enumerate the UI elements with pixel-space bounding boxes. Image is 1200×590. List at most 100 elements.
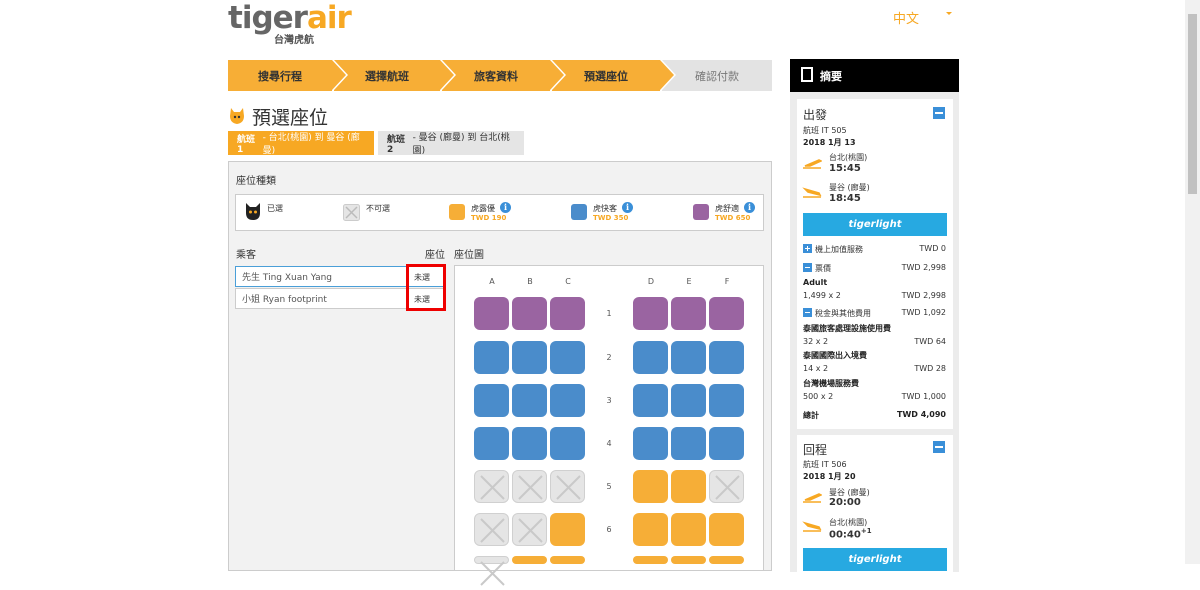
collapse-icon[interactable] bbox=[803, 308, 812, 317]
tab-flight-1[interactable]: 航班 1 - 台北(桃園) 到 曼谷 (廊曼) bbox=[228, 131, 374, 156]
seat-standard[interactable] bbox=[512, 556, 547, 564]
outbound-destination: 曼谷 (廊曼) bbox=[829, 183, 870, 192]
step-seat-selection: 預選座位 bbox=[552, 60, 676, 91]
tab-flight-route: - 台北(桃園) 到 曼谷 (廊曼) bbox=[262, 133, 360, 156]
tab-flight-label: 航班 2 bbox=[387, 134, 406, 155]
seat-row-label: 1 bbox=[606, 309, 612, 318]
total-label: 總計 bbox=[803, 411, 819, 420]
tax-item-2-label: 泰國國際出入境費 bbox=[803, 351, 867, 360]
takeoff-icon bbox=[803, 159, 822, 169]
legend-purple-name: 虎舒適 bbox=[715, 204, 739, 213]
seat-standard[interactable] bbox=[633, 470, 668, 503]
tax-item-2-amount: TWD 28 bbox=[914, 364, 946, 373]
language-selector[interactable]: 中文 bbox=[893, 8, 919, 27]
step-search[interactable]: 搜尋行程 bbox=[228, 60, 348, 91]
seat-standard[interactable] bbox=[550, 556, 585, 564]
seat-row-label: 3 bbox=[606, 396, 612, 405]
tax-amount: TWD 1,092 bbox=[901, 308, 946, 317]
seat-quick[interactable] bbox=[474, 341, 509, 374]
outbound-arrival-time: 18:45 bbox=[829, 193, 861, 204]
seat-standard[interactable] bbox=[671, 556, 706, 564]
tax-item-3-amount: TWD 1,000 bbox=[901, 392, 946, 401]
seat-comfort[interactable] bbox=[709, 297, 744, 330]
seat-quick[interactable] bbox=[709, 384, 744, 417]
seat-row-label: 6 bbox=[606, 525, 612, 534]
collapse-icon[interactable] bbox=[933, 441, 945, 453]
seat-quick[interactable] bbox=[709, 427, 744, 460]
seat-standard[interactable] bbox=[671, 513, 706, 546]
summary-title: 摘要 bbox=[820, 69, 842, 83]
step-label: 旅客資料 bbox=[474, 69, 518, 83]
tax-item-1-label: 泰國旅客處理設施使用費 bbox=[803, 324, 891, 333]
expand-icon[interactable] bbox=[803, 244, 812, 253]
info-icon[interactable]: i bbox=[622, 202, 633, 213]
seat-column-label: C bbox=[565, 277, 571, 286]
seat-quick[interactable] bbox=[512, 341, 547, 374]
unavailable-x-icon bbox=[518, 518, 543, 543]
chevron-down-icon[interactable] bbox=[946, 12, 952, 15]
tigerair-logo[interactable]: tigerair 台灣虎航 bbox=[228, 2, 352, 46]
seat-standard[interactable] bbox=[709, 556, 744, 564]
seat-standard[interactable] bbox=[671, 470, 706, 503]
tab-flight-2[interactable]: 航班 2 - 曼谷 (廊曼) 到 台北(桃園) bbox=[378, 131, 524, 156]
seat-quick[interactable] bbox=[671, 384, 706, 417]
seat-quick[interactable] bbox=[633, 384, 668, 417]
seat-quick[interactable] bbox=[474, 384, 509, 417]
tax-item-2-calc: 14 x 2 bbox=[803, 364, 829, 373]
step-label: 確認付款 bbox=[695, 69, 739, 83]
fare-badge-tigerlight: tigerlight bbox=[803, 213, 947, 236]
return-arrival-time-value: 00:40 bbox=[829, 529, 861, 541]
seat-comfort[interactable] bbox=[474, 297, 509, 330]
passengers-heading: 乘客 bbox=[236, 250, 256, 261]
legend-blue-price: TWD 350 bbox=[593, 214, 629, 222]
info-icon[interactable]: i bbox=[744, 202, 755, 213]
seat-quick[interactable] bbox=[512, 384, 547, 417]
tax-item-3-calc: 500 x 2 bbox=[803, 392, 834, 401]
unavailable-x-icon bbox=[480, 561, 505, 586]
seat-comfort[interactable] bbox=[671, 297, 706, 330]
seat-unavailable bbox=[550, 470, 585, 503]
return-departure-time: 20:00 bbox=[829, 497, 861, 508]
seat-quick[interactable] bbox=[671, 341, 706, 374]
legend-swatch-purple bbox=[693, 204, 709, 220]
step-passenger-info[interactable]: 旅客資料 bbox=[442, 60, 566, 91]
adult-label: Adult bbox=[803, 278, 828, 287]
tiger-seat-icon bbox=[230, 108, 244, 124]
seat-comfort[interactable] bbox=[633, 297, 668, 330]
step-select-flight[interactable]: 選擇航班 bbox=[334, 60, 456, 91]
seat-comfort[interactable] bbox=[512, 297, 547, 330]
seat-row-label: 5 bbox=[606, 482, 612, 491]
seat-quick[interactable] bbox=[671, 427, 706, 460]
seat-quick[interactable] bbox=[474, 427, 509, 460]
unavailable-x-icon bbox=[518, 475, 543, 500]
tab-flight-label: 航班 1 bbox=[237, 134, 256, 155]
seat-quick[interactable] bbox=[550, 384, 585, 417]
document-icon bbox=[801, 67, 813, 82]
tax-item-1-amount: TWD 64 bbox=[914, 337, 946, 346]
tab-flight-route: - 曼谷 (廊曼) 到 台北(桃園) bbox=[412, 133, 510, 156]
collapse-icon[interactable] bbox=[803, 263, 812, 272]
seat-unavailable bbox=[474, 556, 509, 586]
seat-quick[interactable] bbox=[633, 427, 668, 460]
outbound-date: 2018 1月 13 bbox=[803, 138, 856, 147]
seat-standard[interactable] bbox=[633, 513, 668, 546]
outbound-departure-time: 15:45 bbox=[829, 163, 861, 174]
seat-quick[interactable] bbox=[633, 341, 668, 374]
seat-quick[interactable] bbox=[550, 427, 585, 460]
highlight-box bbox=[406, 264, 446, 311]
seat-quick[interactable] bbox=[709, 341, 744, 374]
addon-label: 機上加值服務 bbox=[815, 245, 863, 254]
adult-amount: TWD 2,998 bbox=[901, 291, 946, 300]
seat-quick[interactable] bbox=[550, 341, 585, 374]
summary-header: 摘要 bbox=[790, 59, 959, 92]
scrollbar-thumb[interactable] bbox=[1188, 14, 1197, 194]
info-icon[interactable]: i bbox=[500, 202, 511, 213]
seat-unavailable bbox=[709, 470, 744, 503]
seat-standard[interactable] bbox=[550, 513, 585, 546]
collapse-icon[interactable] bbox=[933, 107, 945, 119]
logo-subtitle: 台灣虎航 bbox=[274, 35, 314, 46]
seat-quick[interactable] bbox=[512, 427, 547, 460]
seat-standard[interactable] bbox=[709, 513, 744, 546]
seat-comfort[interactable] bbox=[550, 297, 585, 330]
seat-standard[interactable] bbox=[633, 556, 668, 564]
